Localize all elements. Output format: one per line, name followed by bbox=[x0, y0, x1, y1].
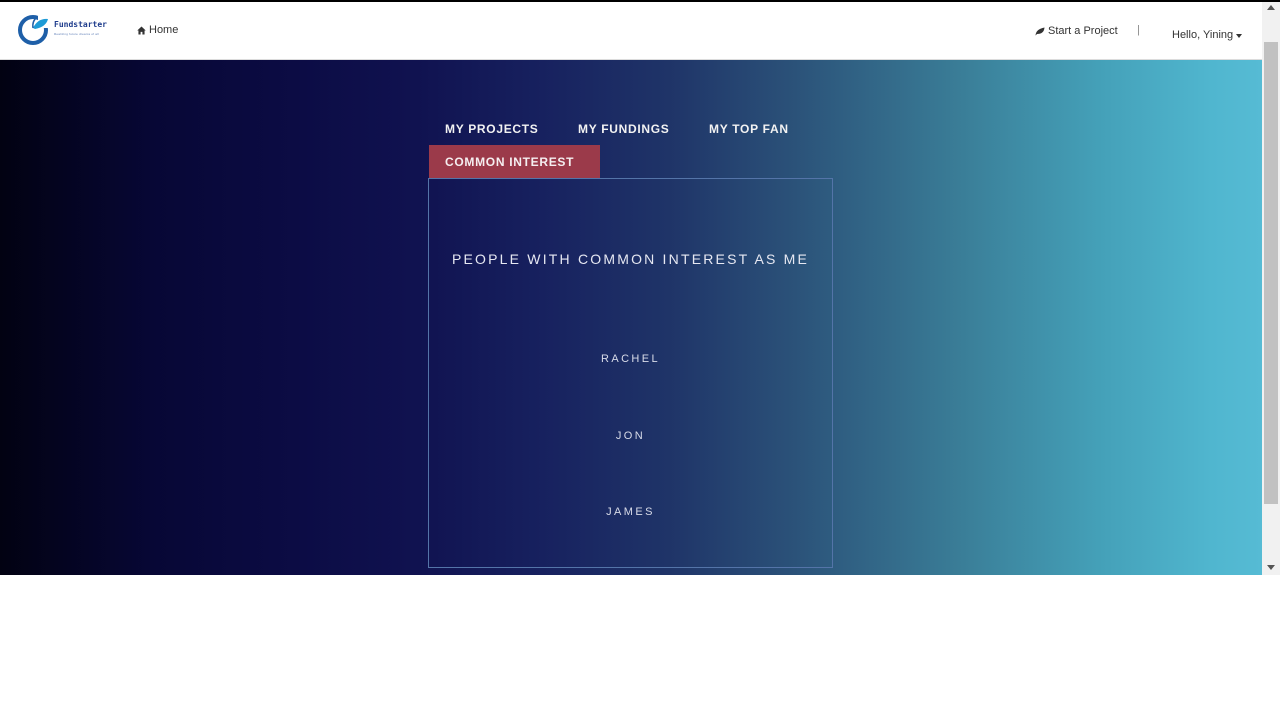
brand-logo[interactable]: Fundstarter Realizing future dreams of a… bbox=[16, 8, 116, 48]
home-link-label: Home bbox=[149, 24, 179, 36]
start-project-label: Start a Project bbox=[1048, 25, 1118, 37]
person-item[interactable]: JAMES bbox=[429, 506, 832, 518]
user-menu-dropdown[interactable]: Hello, Yining bbox=[1172, 29, 1243, 41]
dashboard-hero: MY PROJECTS MY FUNDINGS MY TOP FAN COMMO… bbox=[0, 60, 1262, 575]
tab-common-interest[interactable]: COMMON INTEREST bbox=[429, 145, 600, 179]
panel-title: PEOPLE WITH COMMON INTEREST AS ME bbox=[451, 251, 810, 267]
nav-separator: | bbox=[1137, 24, 1140, 36]
home-icon bbox=[137, 25, 146, 35]
brand-tagline: Realizing future dreams of all bbox=[54, 32, 99, 36]
tab-my-fundings[interactable]: MY FUNDINGS bbox=[578, 122, 669, 136]
caret-down-icon bbox=[1236, 33, 1243, 38]
navbar: Fundstarter Realizing future dreams of a… bbox=[0, 2, 1262, 60]
start-project-link[interactable]: Start a Project bbox=[1035, 25, 1118, 37]
home-link[interactable]: Home bbox=[137, 24, 178, 36]
tab-my-top-fan[interactable]: MY TOP FAN bbox=[709, 122, 789, 136]
person-item[interactable]: RACHEL bbox=[429, 353, 832, 365]
person-item[interactable]: JON bbox=[429, 430, 832, 442]
brand-name: Fundstarter bbox=[54, 20, 107, 29]
logo-icon bbox=[18, 15, 52, 45]
user-greeting: Hello, Yining bbox=[1172, 29, 1234, 41]
tab-my-projects[interactable]: MY PROJECTS bbox=[445, 122, 539, 136]
scroll-up-arrow-icon[interactable] bbox=[1267, 5, 1275, 10]
scrollbar-thumb[interactable] bbox=[1264, 42, 1278, 504]
scroll-down-arrow-icon[interactable] bbox=[1267, 565, 1275, 570]
common-interest-panel: PEOPLE WITH COMMON INTEREST AS ME RACHEL… bbox=[428, 178, 833, 568]
vertical-scrollbar[interactable] bbox=[1262, 2, 1280, 575]
leaf-icon bbox=[1035, 27, 1045, 35]
